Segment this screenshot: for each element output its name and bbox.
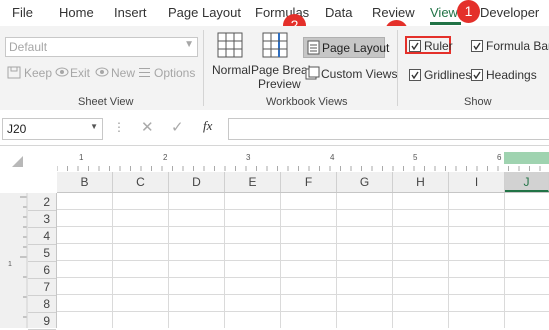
enter-check-icon[interactable]: ✓	[171, 118, 184, 136]
tab-insert[interactable]: Insert	[114, 5, 147, 20]
eye-exit-icon	[55, 67, 69, 77]
column-header-f[interactable]: F	[281, 172, 337, 192]
tab-data[interactable]: Data	[325, 5, 352, 20]
headings-label: Headings	[486, 68, 537, 82]
page-layout-label: Page Layout	[322, 41, 390, 55]
column-header-i[interactable]: I	[449, 172, 505, 192]
exit-label: Exit	[70, 66, 91, 80]
formula-bar-check-icon	[471, 40, 483, 52]
group-divider	[397, 30, 398, 106]
gridlines-checkbox[interactable]: Gridlines	[409, 68, 472, 82]
active-tab-indicator	[430, 22, 461, 25]
column-header-g[interactable]: G	[337, 172, 393, 192]
insert-function-icon[interactable]: fx	[203, 118, 212, 134]
column-headers: B C D E F G H I J	[57, 172, 549, 193]
column-header-h[interactable]: H	[393, 172, 449, 192]
gridlines-label: Gridlines	[424, 68, 472, 82]
keep-label: Keep	[24, 66, 53, 80]
ruler-number: 5	[413, 153, 418, 162]
custom-views-label: Custom Views	[321, 67, 398, 81]
page-break-icon	[262, 32, 288, 58]
ruler-number: 1	[79, 153, 84, 162]
column-header-j[interactable]: J	[505, 172, 549, 192]
column-header-e[interactable]: E	[225, 172, 281, 192]
cancel-icon[interactable]: ✕	[141, 118, 154, 136]
row-header-4[interactable]: 4	[28, 228, 56, 245]
vertical-ruler	[20, 193, 28, 328]
formula-bar-label: Formula Bar	[486, 39, 549, 53]
eye-new-icon	[95, 67, 109, 77]
normal-grid-icon	[217, 32, 243, 58]
normal-label: Normal	[212, 63, 251, 77]
ruler-number: 3	[246, 153, 251, 162]
ruler-number: 6	[497, 153, 502, 162]
callout-badge-1: 1	[457, 0, 480, 23]
cell-grid[interactable]	[57, 193, 549, 328]
normal-view-button[interactable]: Normal	[211, 30, 251, 90]
column-header-d[interactable]: D	[169, 172, 225, 192]
row-header-3[interactable]: 3	[28, 211, 56, 228]
horizontal-ruler: 1 2 3 4 5 6	[57, 152, 549, 172]
column-header-b[interactable]: B	[57, 172, 113, 192]
page-break-label-line2: Preview	[258, 77, 301, 91]
sheet-view-dropdown[interactable]: Default ▼	[5, 37, 198, 57]
tab-home[interactable]: Home	[59, 5, 94, 20]
row-header-2[interactable]: 2	[28, 194, 56, 211]
gridlines-check-icon	[409, 69, 421, 81]
group-divider	[203, 30, 204, 106]
list-options-icon	[139, 68, 150, 77]
tab-view[interactable]: View	[430, 5, 458, 20]
ruler-ticks	[57, 152, 549, 171]
ruler-number: 2	[163, 153, 168, 162]
formula-bar-drag-handle[interactable]: ⋮	[113, 120, 125, 134]
page-layout-button[interactable]: Page Layout	[303, 37, 389, 58]
page-break-preview-button[interactable]: Page Break Preview	[251, 30, 314, 91]
row-headers: 1 2 3 4 5 6 7 8 9	[0, 193, 57, 330]
page-layout-icon	[307, 40, 320, 55]
sheet-view-group-label: Sheet View	[78, 96, 134, 108]
custom-views-button[interactable]: Custom Views	[305, 65, 397, 83]
name-box-value: J20	[7, 122, 27, 136]
chevron-down-icon: ▼	[90, 122, 98, 131]
chevron-down-icon: ▼	[184, 39, 194, 50]
save-icon	[7, 66, 21, 79]
ruler-checkbox[interactable]: Ruler	[409, 39, 453, 53]
sheet-view-dropdown-value: Default	[9, 40, 48, 54]
select-all-triangle-icon[interactable]	[12, 156, 24, 168]
row-header-9[interactable]: 9	[28, 313, 56, 330]
workbook-views-group-label: Workbook Views	[266, 96, 348, 108]
custom-views-icon	[305, 66, 320, 80]
formula-bar-checkbox[interactable]: Formula Bar	[471, 39, 549, 53]
name-box[interactable]: J20 ▼	[2, 118, 103, 140]
row-header-7[interactable]: 7	[28, 279, 56, 296]
vertical-ruler-number: 1	[8, 261, 12, 268]
headings-checkbox[interactable]: Headings	[471, 68, 541, 82]
row-header-6[interactable]: 6	[28, 262, 56, 279]
formula-bar: J20 ▼ ⋮ ✕ ✓ fx	[0, 110, 549, 146]
headings-check-icon	[471, 69, 483, 81]
ribbon-panel: Default ▼ Keep Exit New Options Sheet Vi…	[0, 26, 549, 111]
options-label: Options	[154, 66, 196, 80]
tab-developer[interactable]: Developer	[480, 5, 539, 20]
row-header-8[interactable]: 8	[28, 296, 56, 313]
new-label: New	[111, 66, 136, 80]
tab-file[interactable]: File	[12, 5, 33, 20]
ruler-label: Ruler	[424, 39, 453, 53]
show-group-label: Show	[464, 96, 492, 108]
tab-review[interactable]: Review	[372, 5, 415, 20]
row-header-5[interactable]: 5	[28, 245, 56, 262]
column-header-c[interactable]: C	[113, 172, 169, 192]
formula-input[interactable]	[228, 118, 549, 140]
ruler-check-icon	[409, 40, 421, 52]
ruler-number: 4	[330, 153, 335, 162]
tab-page-layout[interactable]: Page Layout	[168, 5, 241, 20]
